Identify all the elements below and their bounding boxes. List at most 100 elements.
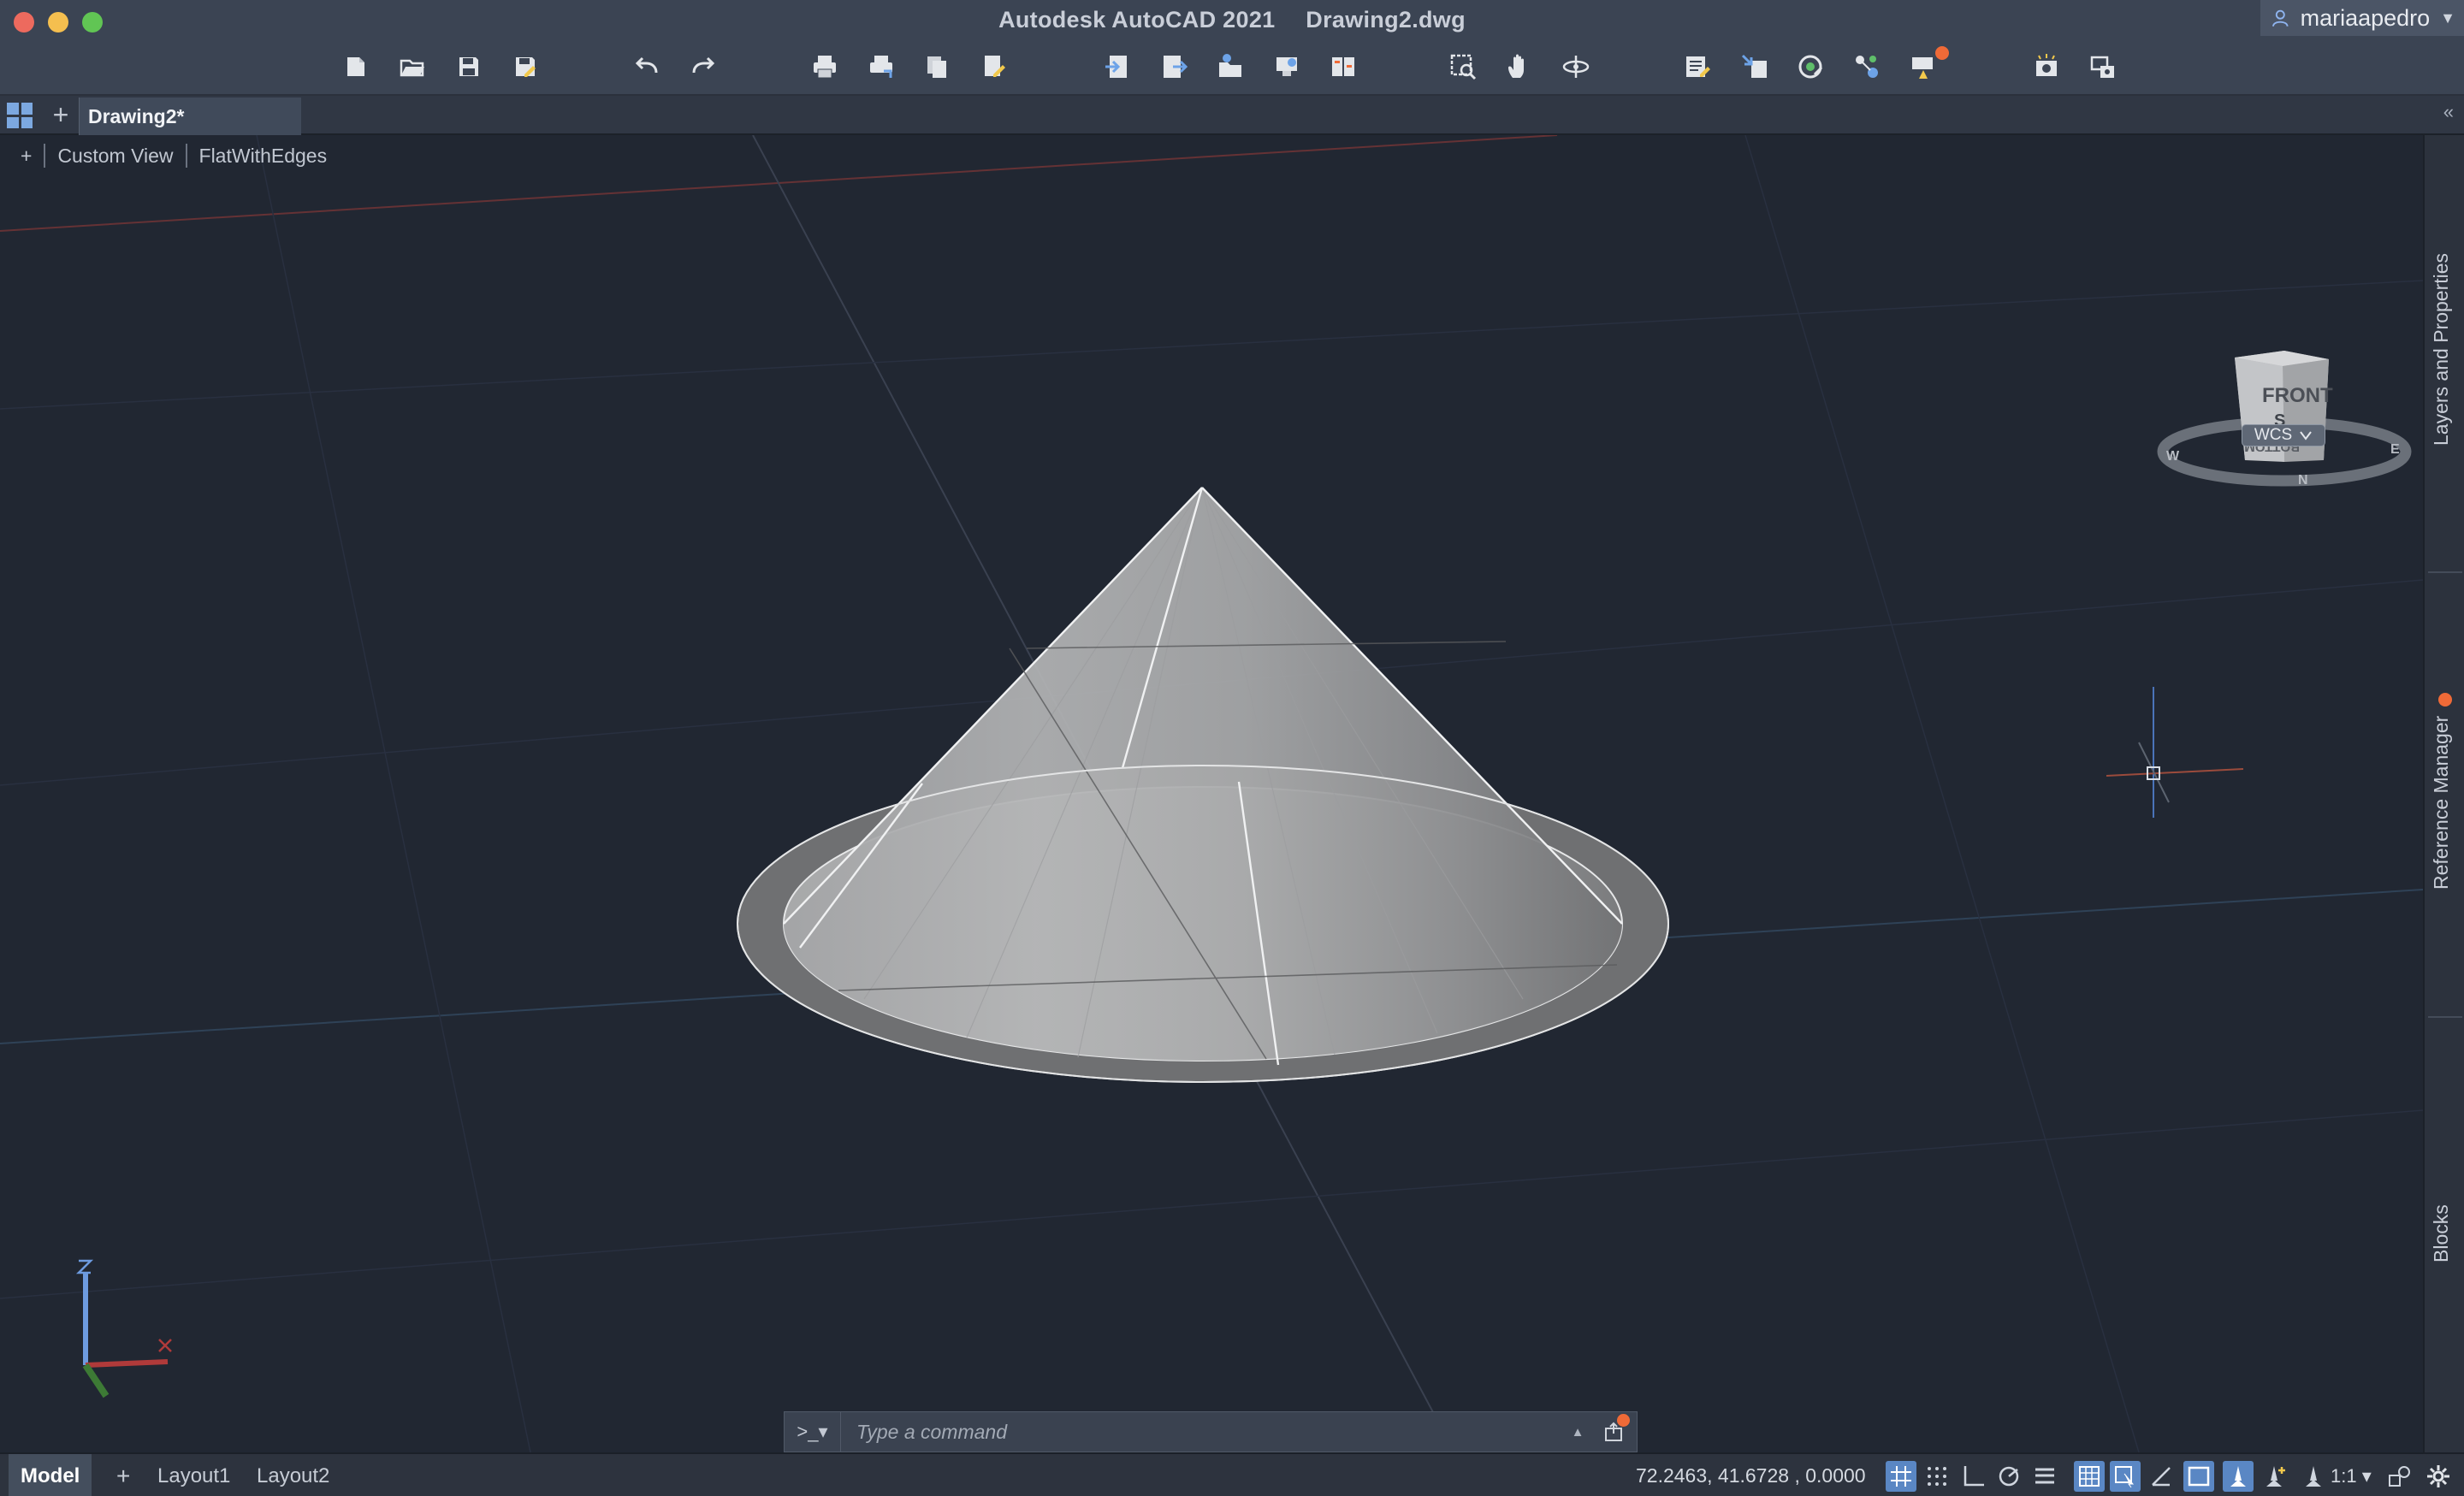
- layout-tab-layout2[interactable]: Layout2: [245, 1454, 341, 1496]
- open-button[interactable]: [395, 51, 429, 82]
- wcs-dropdown[interactable]: WCS: [2242, 424, 2325, 446]
- palette-tab-blocks[interactable]: Blocks: [2430, 1191, 2461, 1276]
- annotation-icon: [2230, 1466, 2246, 1487]
- ortho-toggle[interactable]: [1958, 1461, 1988, 1492]
- palette-tab-reference-manager[interactable]: Reference Manager: [2430, 700, 2461, 905]
- user-account-menu[interactable]: mariaapedro ▼: [2260, 0, 2464, 36]
- layout-tab-layout1[interactable]: Layout1: [145, 1454, 242, 1496]
- palette-divider: [2428, 1016, 2462, 1018]
- share-button[interactable]: [1270, 51, 1304, 82]
- new-tab-button[interactable]: +: [48, 99, 74, 130]
- selection-cycling-toggle[interactable]: [2110, 1461, 2141, 1492]
- palette-tab-layers[interactable]: Layers and Properties: [2430, 229, 2461, 469]
- undo-button[interactable]: [630, 51, 664, 82]
- coordinates-readout[interactable]: 72.2463, 41.6728 , 0.0000: [1636, 1454, 1866, 1496]
- pan-button[interactable]: [1502, 51, 1537, 82]
- dynamic-ucs-toggle[interactable]: [2146, 1461, 2177, 1492]
- cone-solid[interactable]: [737, 487, 1669, 1083]
- zoom-window-icon: [1450, 54, 1477, 80]
- viewport-menu-button[interactable]: +: [21, 145, 32, 168]
- annotation-scale-icon-button[interactable]: [2298, 1461, 2329, 1492]
- layers-icon: [1856, 56, 1878, 78]
- plot-button[interactable]: [808, 51, 842, 82]
- dynamic-input-toggle[interactable]: [2183, 1461, 2214, 1492]
- zoom-window-button[interactable]: [1446, 51, 1480, 82]
- lineweight-toggle[interactable]: [2029, 1461, 2060, 1492]
- xref-button[interactable]: [1793, 51, 1827, 82]
- wcs-label: WCS: [2254, 426, 2293, 444]
- model-space-canvas[interactable]: [0, 135, 2423, 1452]
- open-icon: [400, 59, 424, 77]
- annotation-scale-icon: [2306, 1466, 2321, 1487]
- crosshair-cursor: [2106, 687, 2244, 818]
- transparency-icon: [2079, 1466, 2100, 1487]
- palette-divider: [2428, 571, 2462, 573]
- render-button[interactable]: [2029, 51, 2064, 82]
- user-icon: [2272, 9, 2289, 27]
- start-tab-grid-icon[interactable]: [7, 103, 33, 128]
- export-button[interactable]: [1157, 51, 1191, 82]
- layers-button[interactable]: [1850, 51, 1884, 82]
- app-name: Autodesk AutoCAD 2021: [998, 7, 1276, 33]
- grid-toggle[interactable]: [1886, 1461, 1916, 1492]
- save-as-button[interactable]: [508, 51, 542, 82]
- attach-button[interactable]: [1213, 51, 1247, 82]
- command-history-button[interactable]: ▲: [1563, 1425, 1592, 1440]
- properties-button[interactable]: [1680, 51, 1715, 82]
- view-manager-icon: [2090, 56, 2114, 78]
- page-setup-icon: [985, 56, 1005, 77]
- orbit-button[interactable]: [1559, 51, 1593, 82]
- import-button[interactable]: [1100, 51, 1134, 82]
- settings-button[interactable]: [2423, 1461, 2454, 1492]
- export-icon: [1164, 56, 1188, 78]
- compass-west[interactable]: W: [2166, 449, 2180, 464]
- pan-icon: [1508, 54, 1524, 78]
- compass-east[interactable]: E: [2390, 442, 2400, 457]
- viewport-controls: + Custom View FlatWithEdges: [21, 144, 327, 168]
- save-button[interactable]: [452, 51, 486, 82]
- match-properties-button[interactable]: [1737, 51, 1771, 82]
- xref-icon: [1798, 55, 1823, 79]
- batch-plot-button[interactable]: [864, 51, 898, 82]
- compass-north[interactable]: N: [2298, 473, 2308, 488]
- redo-icon: [692, 56, 715, 74]
- command-customize-button[interactable]: [1592, 1412, 1637, 1452]
- page-setup-button[interactable]: [977, 51, 1011, 82]
- collapse-palettes-icon[interactable]: «: [2443, 101, 2454, 123]
- redo-button[interactable]: [686, 51, 720, 82]
- visual-style-control[interactable]: FlatWithEdges: [199, 145, 328, 168]
- view-manager-button[interactable]: [2086, 51, 2120, 82]
- document-tab-bar: + Drawing2* «: [0, 96, 2464, 135]
- layout-tab-model[interactable]: Model: [9, 1454, 92, 1496]
- properties-icon: [1686, 56, 1710, 77]
- command-prompt-button[interactable]: >_▾: [785, 1412, 841, 1452]
- ucs-icon: [75, 1259, 172, 1398]
- transparency-toggle[interactable]: [2074, 1461, 2105, 1492]
- drawing-viewport[interactable]: + Custom View FlatWithEdges FRONT BOTTOM…: [0, 135, 2423, 1452]
- new-button[interactable]: [339, 51, 373, 82]
- polar-toggle[interactable]: [1993, 1461, 2024, 1492]
- grid-icon: [1891, 1466, 1911, 1487]
- compare-button[interactable]: [1326, 51, 1360, 82]
- viewcube[interactable]: FRONT BOTTOM S N E W: [2156, 340, 2413, 503]
- match-properties-icon: [1741, 54, 1767, 78]
- alerts-button[interactable]: [1906, 46, 1949, 82]
- view-control[interactable]: Custom View: [57, 145, 173, 168]
- batch-plot-icon: [870, 56, 892, 78]
- tab-drawing2[interactable]: Drawing2*: [79, 98, 301, 135]
- viewcube-face-front[interactable]: FRONT: [2262, 384, 2333, 407]
- add-layout-button[interactable]: +: [104, 1454, 142, 1496]
- publish-button[interactable]: [921, 51, 955, 82]
- auto-scale-toggle[interactable]: [2260, 1461, 2291, 1492]
- command-input[interactable]: [841, 1420, 1563, 1444]
- dynamic-input-icon: [2188, 1466, 2210, 1487]
- workspace-switch-button[interactable]: [2384, 1461, 2414, 1492]
- dynamic-ucs-icon: [2152, 1467, 2171, 1487]
- window-title: Autodesk AutoCAD 2021 Drawing2.dwg: [0, 7, 2464, 33]
- plot-icon: [814, 56, 836, 79]
- user-name: mariaapedro: [2300, 4, 2431, 31]
- annotation-visibility-toggle[interactable]: [2223, 1461, 2254, 1492]
- orbit-icon: [1562, 56, 1590, 78]
- snap-toggle[interactable]: [1922, 1461, 1952, 1492]
- annotation-scale-dropdown[interactable]: 1:1 ▾: [2331, 1454, 2372, 1496]
